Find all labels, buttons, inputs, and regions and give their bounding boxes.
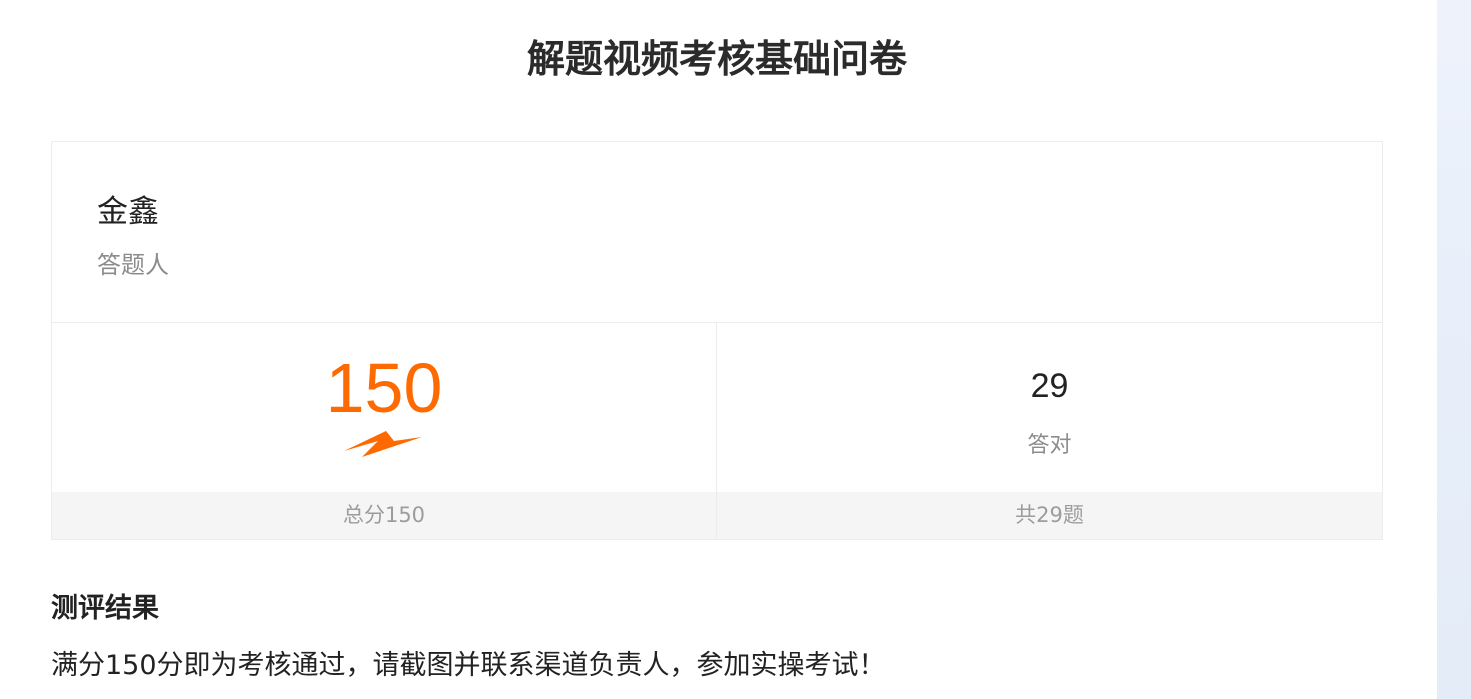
survey-result-page: 解题视频考核基础问卷 金鑫 答题人 150 总分150 29 答对 共29题 测… <box>0 0 1471 699</box>
side-panel-edge <box>1437 0 1471 699</box>
result-heading: 测评结果 <box>51 593 159 624</box>
respondent-name: 金鑫 <box>97 194 159 230</box>
correct-count: 29 <box>1030 367 1069 405</box>
question-total-footer: 共29题 <box>717 492 1382 539</box>
respondent-label: 答题人 <box>97 251 169 279</box>
correct-label: 答对 <box>1027 433 1072 458</box>
result-card: 金鑫 答题人 150 总分150 29 答对 共29题 <box>51 141 1383 540</box>
correct-stat: 29 答对 共29题 <box>717 323 1382 539</box>
score-total-footer: 总分150 <box>52 492 716 539</box>
score-value: 150 <box>325 349 443 427</box>
result-text: 满分150分即为考核通过，请截图并联系渠道负责人，参加实操考试！ <box>51 650 886 681</box>
respondent-section: 金鑫 答题人 <box>52 142 1382 323</box>
underline-swoosh-icon <box>344 431 422 457</box>
page-title: 解题视频考核基础问卷 <box>526 37 907 81</box>
score-stat: 150 总分150 <box>52 323 717 539</box>
